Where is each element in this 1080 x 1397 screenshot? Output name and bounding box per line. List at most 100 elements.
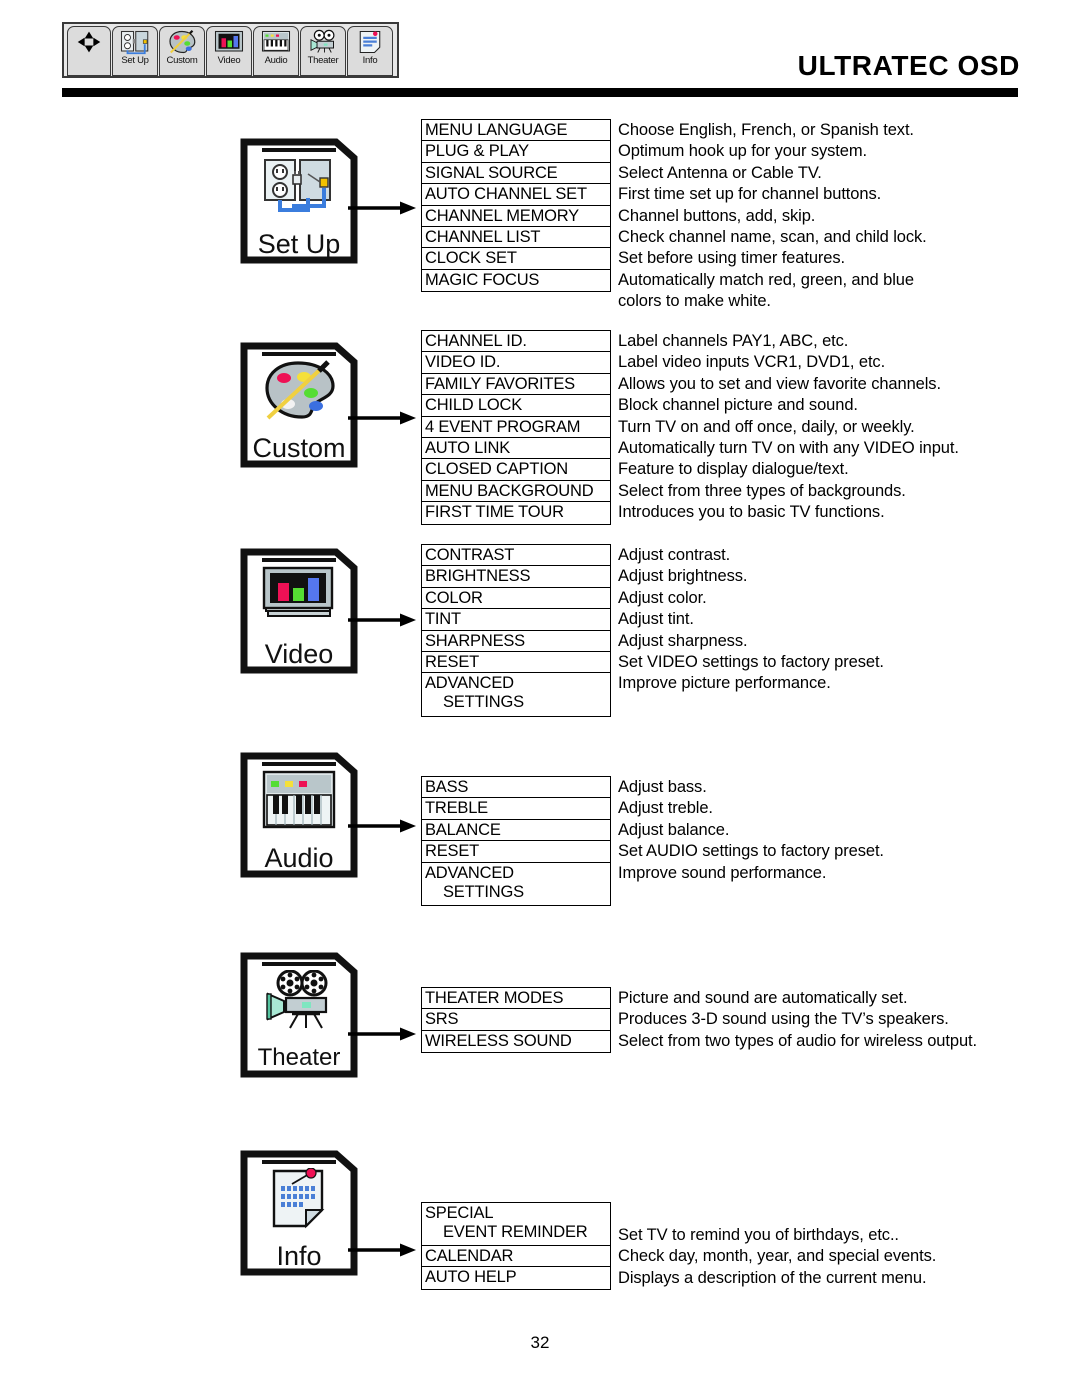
menu-description: Select from three types of backgrounds. xyxy=(618,481,906,500)
menu-item-line1: ADVANCED xyxy=(425,863,514,882)
menu-item[interactable]: RESET xyxy=(422,841,610,863)
menu-description: Adjust brightness. xyxy=(618,567,748,586)
card-theater[interactable]: Theater xyxy=(240,952,358,1078)
menu-item[interactable]: CLOCK SET xyxy=(422,248,610,270)
menu-item[interactable]: COLOR xyxy=(422,588,610,610)
menu-item-line2: SETTINGS xyxy=(443,882,524,901)
menu-description: Check channel name, scan, and child lock… xyxy=(618,227,927,246)
menu-item[interactable]: CHILD LOCK xyxy=(422,395,610,417)
card-custom[interactable]: Custom xyxy=(240,342,358,468)
menu-description: Adjust treble. xyxy=(618,799,713,818)
section-theater: Theater THEATER MODES SRS WIRELESS SOUND… xyxy=(0,952,1080,1092)
toolbar-tab-video[interactable]: Video xyxy=(206,26,252,76)
menu-description: Choose English, French, or Spanish text. xyxy=(618,121,914,139)
toolbar-tab-setup-label: Set Up xyxy=(121,55,149,66)
menu-item[interactable]: RESET xyxy=(422,652,610,674)
menu-description: Automatically turn TV on with any VIDEO … xyxy=(618,438,959,457)
menu-custom[interactable]: CHANNEL ID. VIDEO ID. FAMILY FAVORITES C… xyxy=(421,330,611,525)
menu-item[interactable]: AUTO CHANNEL SET xyxy=(422,184,610,206)
arrow-to-theater-menu xyxy=(348,1027,416,1041)
menu-item[interactable]: 4 EVENT PROGRAM xyxy=(422,417,610,438)
toolbar-tab-custom[interactable]: Custom xyxy=(159,26,205,76)
toolbar-tab-setup[interactable]: Set Up xyxy=(112,26,158,76)
menu-item-line1: ADVANCED xyxy=(425,674,514,693)
section-audio: Audio BASS TREBLE BALANCE RESET ADVANCED… xyxy=(0,752,1080,907)
toolbar-tab-theater-label: Theater xyxy=(307,55,339,66)
menu-item[interactable]: TINT xyxy=(422,609,610,631)
toolbar-tab-theater[interactable]: Theater xyxy=(300,26,346,76)
menu-audio[interactable]: BASS TREBLE BALANCE RESET ADVANCED SETTI… xyxy=(421,776,611,907)
menu-description: Adjust sharpness. xyxy=(618,631,748,650)
menu-item[interactable]: CHANNEL LIST xyxy=(422,227,610,249)
menu-item[interactable]: PLUG & PLAY xyxy=(422,141,610,163)
menu-item-line2: SETTINGS xyxy=(443,693,524,712)
menu-item[interactable]: BRIGHTNESS xyxy=(422,566,610,588)
menu-description: Adjust balance. xyxy=(618,820,730,839)
menu-item[interactable]: CALENDAR xyxy=(422,1246,610,1268)
card-info[interactable]: Info xyxy=(240,1150,358,1276)
menu-item[interactable]: MAGIC FOCUS xyxy=(422,270,610,291)
menu-video[interactable]: CONTRAST BRIGHTNESS COLOR TINT SHARPNESS… xyxy=(421,544,611,718)
movie-projector-icon xyxy=(310,29,335,53)
paint-palette-icon xyxy=(169,29,196,54)
menu-item[interactable]: CHANNEL MEMORY xyxy=(422,206,610,227)
page-header: . Set Up Cus xyxy=(0,0,1080,100)
toolbar-tab-info[interactable]: Info xyxy=(347,26,393,76)
menu-item[interactable]: SRS xyxy=(422,1009,610,1031)
desc-list-setup: Choose English, French, or Spanish text.… xyxy=(618,120,927,313)
menu-setup[interactable]: MENU LANGUAGE PLUG & PLAY SIGNAL SOURCE … xyxy=(421,119,611,293)
section-setup: Set Up MENU LANGUAGE PLUG & PLAY SIGNAL … xyxy=(0,118,1080,314)
menu-description-continuation: colors to make white. xyxy=(618,292,771,311)
menu-item[interactable]: CONTRAST xyxy=(422,545,610,567)
desc-list-custom: Label channels PAY1, ABC, etc. Label vid… xyxy=(618,331,959,524)
toolbar-tab-info-label: Info xyxy=(362,55,378,66)
menu-description: Block channel picture and sound. xyxy=(618,396,858,415)
menu-item[interactable]: VIDEO ID. xyxy=(422,352,610,374)
osd-toolbar[interactable]: . Set Up Cus xyxy=(62,22,399,78)
menu-item[interactable]: SIGNAL SOURCE xyxy=(422,163,610,185)
note-pinned-icon xyxy=(359,30,381,54)
toolbar-tab-audio[interactable]: Audio xyxy=(253,26,299,76)
tv-color-bars-icon xyxy=(214,30,244,52)
card-audio[interactable]: Audio xyxy=(240,752,358,878)
menu-item[interactable]: THEATER MODES xyxy=(422,988,610,1010)
card-setup[interactable]: Set Up xyxy=(240,138,358,264)
menu-item[interactable]: CHANNEL ID. xyxy=(422,331,610,353)
menu-description: Improve sound performance. xyxy=(618,863,827,882)
card-setup-label: Set Up xyxy=(257,229,341,259)
menu-description: Adjust contrast. xyxy=(618,546,731,564)
menu-item[interactable]: FIRST TIME TOUR xyxy=(422,502,610,523)
menu-item[interactable]: WIRELESS SOUND xyxy=(422,1031,610,1052)
menu-item[interactable]: TREBLE xyxy=(422,798,610,820)
menu-description: Set before using timer features. xyxy=(618,249,846,268)
toolbar-nav-pad[interactable]: . xyxy=(67,26,111,76)
card-video[interactable]: Video xyxy=(240,548,358,674)
menu-item[interactable]: SHARPNESS xyxy=(422,631,610,652)
menu-description: Produces 3-D sound using the TV’s speake… xyxy=(618,1010,949,1029)
menu-description: Label channels PAY1, ABC, etc. xyxy=(618,332,849,350)
menu-item[interactable]: FAMILY FAVORITES xyxy=(422,374,610,396)
menu-item[interactable]: MENU BACKGROUND xyxy=(422,481,610,503)
toolbar-tab-audio-label: Audio xyxy=(264,55,288,66)
menu-item[interactable]: ADVANCED SETTINGS xyxy=(422,863,610,906)
menu-description: Improve picture performance. xyxy=(618,674,831,693)
menu-item[interactable]: BASS xyxy=(422,777,610,799)
menu-description: Adjust color. xyxy=(618,588,707,607)
toolbar-tab-custom-label: Custom xyxy=(166,55,198,66)
menu-theater[interactable]: THEATER MODES SRS WIRELESS SOUND xyxy=(421,987,611,1054)
menu-item[interactable]: BALANCE xyxy=(422,820,610,842)
menu-info[interactable]: SPECIAL EVENT REMINDER CALENDAR AUTO HEL… xyxy=(421,1202,611,1290)
menu-item[interactable]: ADVANCED SETTINGS xyxy=(422,673,610,716)
section-info: Info SPECIAL EVENT REMINDER CALENDAR AUT… xyxy=(0,1150,1080,1300)
menu-description: Optimum hook up for your system. xyxy=(618,142,867,161)
arrow-to-custom-menu xyxy=(348,411,416,425)
card-theater-label: Theater xyxy=(257,1044,341,1071)
menu-item[interactable]: MENU LANGUAGE xyxy=(422,120,610,142)
menu-item[interactable]: AUTO HELP xyxy=(422,1267,610,1288)
menu-item[interactable]: AUTO LINK xyxy=(422,438,610,460)
menu-item[interactable]: SPECIAL EVENT REMINDER xyxy=(422,1203,610,1246)
menu-description: Set TV to remind you of birthdays, etc.. xyxy=(618,1226,899,1244)
menu-item[interactable]: CLOSED CAPTION xyxy=(422,459,610,481)
menu-description: Introduces you to basic TV functions. xyxy=(618,503,885,522)
card-video-label: Video xyxy=(264,639,334,669)
